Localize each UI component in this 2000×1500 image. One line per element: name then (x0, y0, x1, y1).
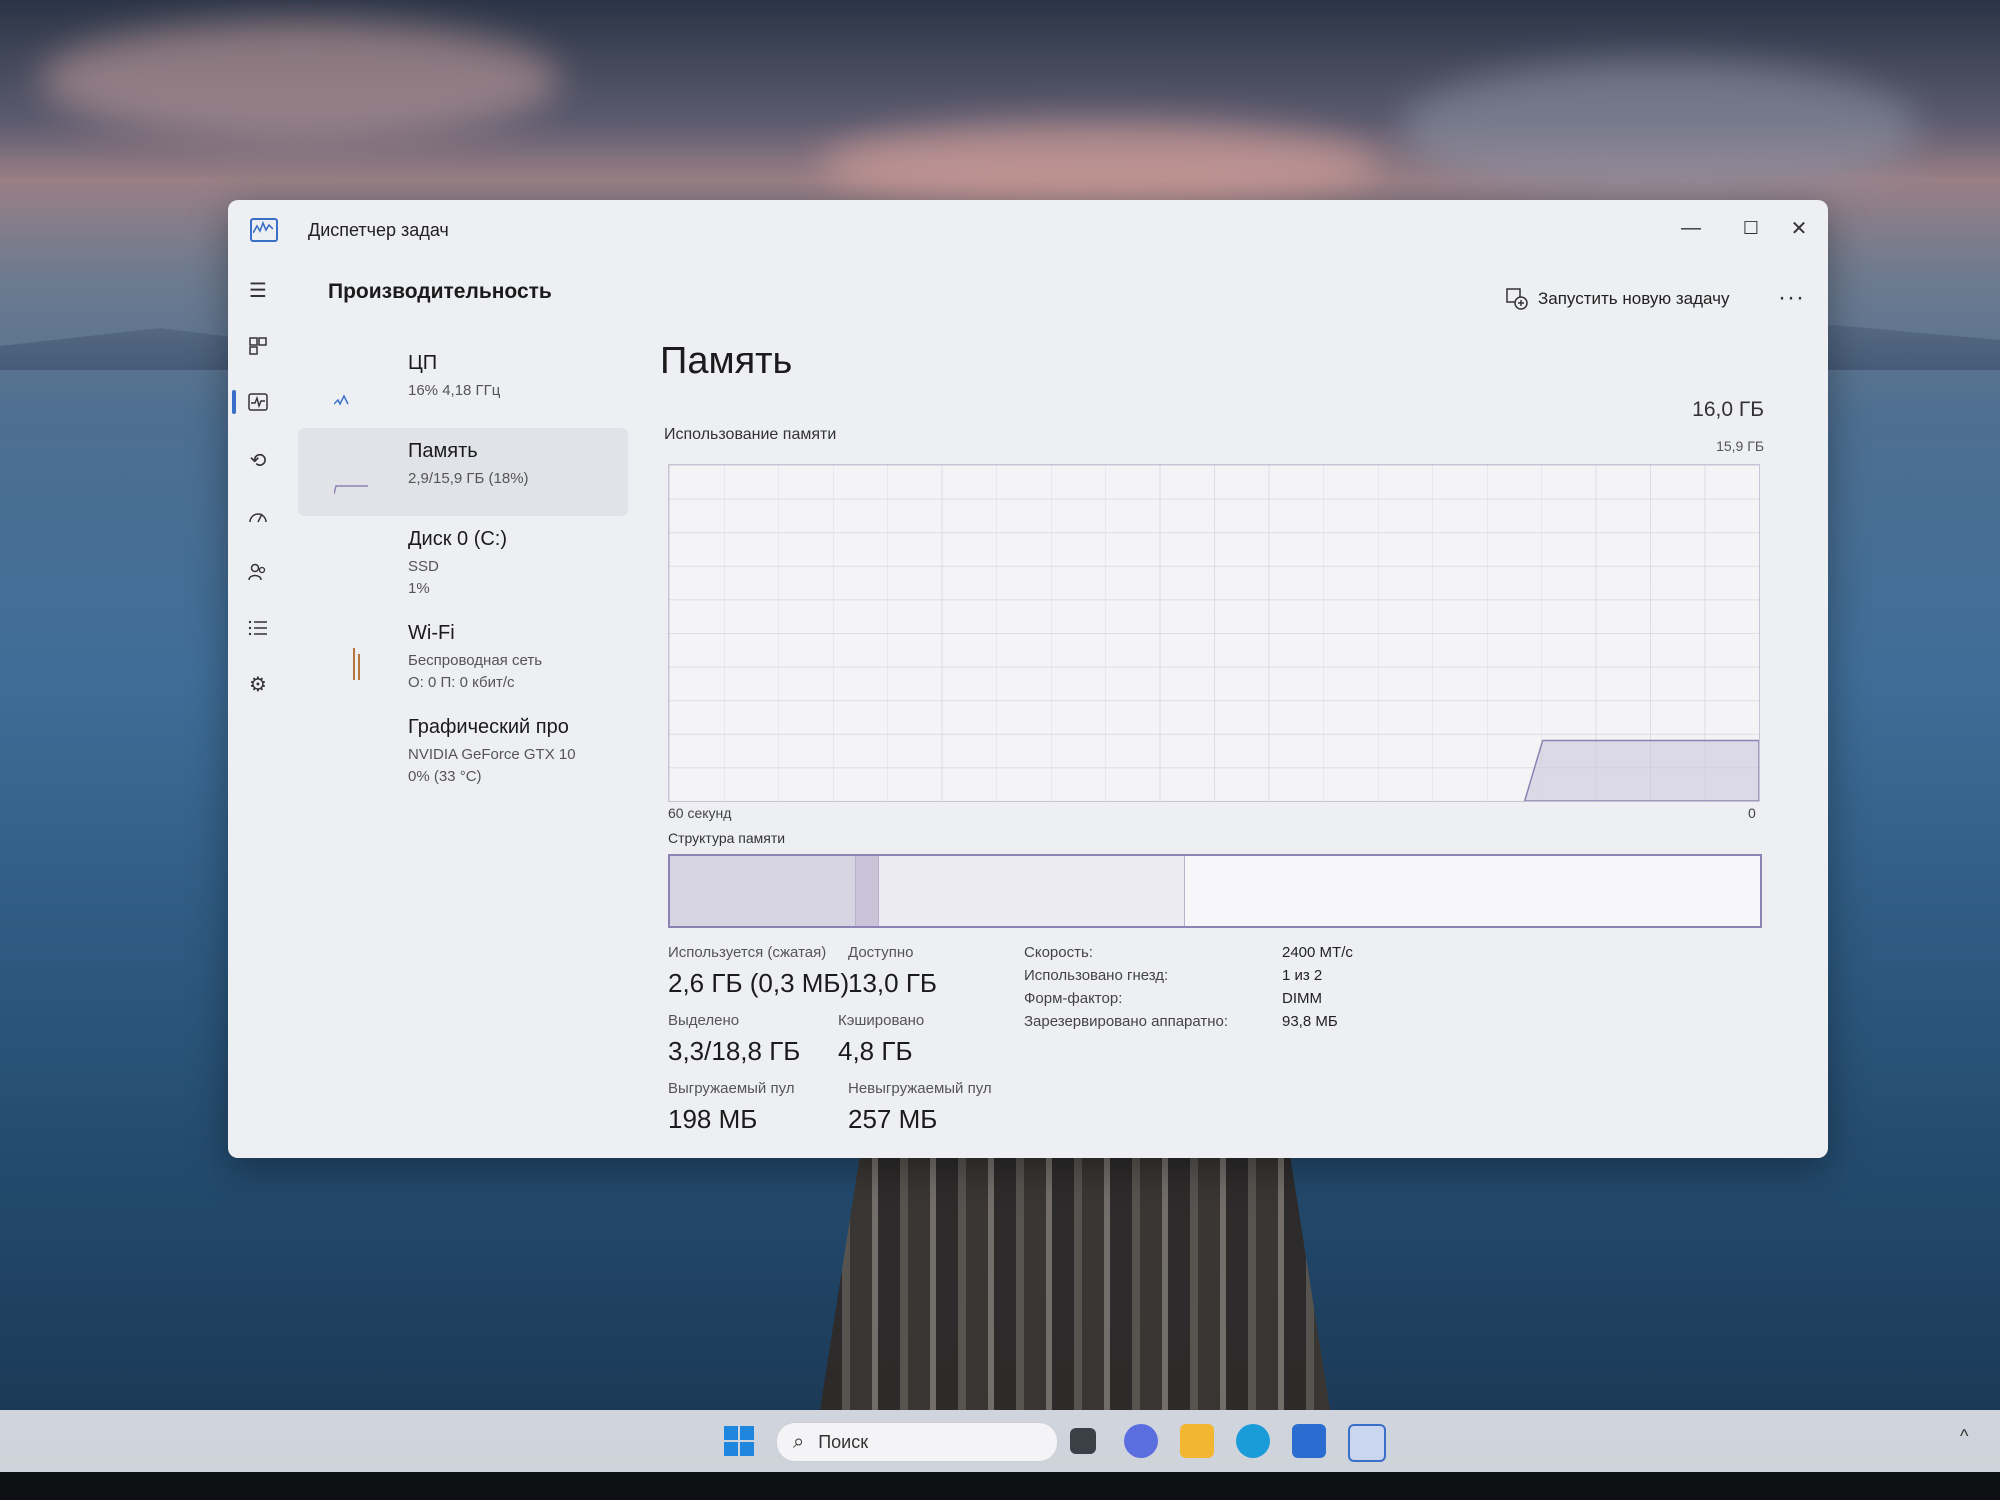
memory-standby-segment[interactable] (879, 856, 1186, 926)
available-value: 13,0 ГБ (848, 968, 937, 998)
hamburger-menu-icon[interactable]: ☰ (242, 274, 274, 306)
memory-usage-area (1523, 739, 1759, 801)
perf-item-name: ЦП (408, 352, 438, 374)
file-explorer-icon[interactable] (1180, 1424, 1214, 1458)
window-title: Диспетчер задач (308, 220, 449, 240)
app-history-icon[interactable]: ⟲ (242, 444, 274, 476)
monitor-bezel (0, 1472, 2000, 1500)
chat-icon[interactable] (1124, 1424, 1158, 1458)
memory-total: 16,0 ГБ (1692, 398, 1764, 421)
tray-chevron-icon[interactable]: ^ (1960, 1426, 1968, 1447)
new-task-icon (1506, 288, 1528, 310)
task-manager-window: Диспетчер задач — ☐ ✕ ☰ ⟲ ⚙ ⚙ Производит… (228, 200, 1828, 1158)
edge-browser-icon[interactable] (1236, 1424, 1270, 1458)
close-button[interactable]: ✕ (1776, 212, 1822, 244)
wifi-mini-graph (353, 648, 360, 680)
perf-item-name: Диск 0 (C:) (408, 528, 508, 550)
committed-value: 3,3/18,8 ГБ (668, 1036, 801, 1066)
memory-title: Память (660, 340, 793, 382)
cpu-mini-graph (334, 394, 349, 406)
more-options-button[interactable]: ··· (1778, 284, 1805, 312)
run-new-task-button[interactable]: Запустить новую задачу (1506, 288, 1729, 310)
pier-image (820, 1150, 1330, 1410)
perf-item-disk[interactable]: Диск 0 (C:) SSD 1% (298, 516, 628, 610)
store-icon[interactable] (1292, 1424, 1326, 1458)
startup-apps-icon[interactable] (242, 500, 274, 532)
perf-item-detail: 0% (33 °C) (408, 768, 482, 785)
memory-in-use-segment[interactable] (670, 856, 857, 926)
search-icon: ⌕ (793, 1430, 805, 1453)
perf-item-memory[interactable]: Память 2,9/15,9 ГБ (18%) (298, 428, 628, 516)
task-manager-app-icon (250, 218, 278, 242)
taskbar: ⌕ Поиск ^ (0, 1410, 2000, 1472)
minimize-button[interactable]: — (1668, 212, 1714, 244)
search-placeholder: Поиск (818, 1431, 869, 1452)
spec-slots-key: Использовано гнезд: (1024, 967, 1169, 984)
cached-label: Кэшировано (838, 1012, 925, 1029)
perf-item-type: Беспроводная сеть (408, 652, 543, 669)
spec-slots-value: 1 из 2 (1282, 967, 1323, 984)
perf-item-wifi[interactable]: Wi-Fi Беспроводная сеть О: 0 П: 0 кбит/с (298, 610, 628, 704)
nonpaged-pool-value: 257 МБ (848, 1104, 938, 1134)
memory-usage-max: 15,9 ГБ (1716, 438, 1764, 454)
perf-item-detail: 2,9/15,9 ГБ (18%) (408, 470, 529, 487)
perf-item-detail: О: 0 П: 0 кбит/с (408, 674, 515, 691)
perf-item-detail: 16% 4,18 ГГц (408, 382, 501, 399)
perf-item-name: Wi-Fi (408, 622, 455, 644)
memory-modified-segment[interactable] (856, 856, 880, 926)
details-icon[interactable] (242, 612, 274, 644)
memory-usage-graph (668, 464, 1760, 802)
perf-item-name: Память (408, 440, 478, 462)
page-title: Производительность (328, 280, 552, 303)
cached-value: 4,8 ГБ (838, 1036, 913, 1066)
users-icon[interactable] (242, 556, 274, 588)
performance-list: ЦП 16% 4,18 ГГц Память 2,9/15,9 ГБ (18%)… (298, 340, 628, 798)
perf-item-gpu[interactable]: Графический про NVIDIA GeForce GTX 10 0%… (298, 704, 628, 798)
active-nav-indicator (232, 390, 236, 414)
in-use-value: 2,6 ГБ (0,3 МБ) (668, 968, 850, 998)
memory-mini-graph (334, 485, 368, 494)
committed-label: Выделено (668, 1012, 740, 1029)
in-use-label: Используется (сжатая) (668, 944, 827, 961)
memory-structure-label: Структура памяти (668, 830, 786, 846)
perf-item-name: Графический про (408, 716, 569, 738)
maximize-button[interactable]: ☐ (1728, 212, 1774, 244)
spec-reserved-key: Зарезервировано аппаратно: (1024, 1013, 1229, 1030)
memory-usage-label: Использование памяти (664, 426, 837, 443)
nav-rail: ☰ ⟲ ⚙ ⚙ (228, 256, 288, 1158)
services-icon[interactable]: ⚙ (242, 668, 274, 700)
perf-item-type: SSD (408, 558, 439, 575)
settings-icon[interactable]: ⚙ (252, 1156, 270, 1158)
spec-form-factor-value: DIMM (1282, 990, 1322, 1007)
title-bar[interactable]: Диспетчер задач — ☐ ✕ (228, 200, 1828, 256)
task-manager-taskbar-icon[interactable] (1348, 1424, 1386, 1462)
performance-icon[interactable] (242, 386, 274, 418)
perf-item-cpu[interactable]: ЦП 16% 4,18 ГГц (298, 340, 628, 428)
memory-structure-bar (668, 854, 1762, 928)
graph-zero-label: 0 (1748, 805, 1756, 821)
spec-speed-key: Скорость: (1024, 944, 1093, 961)
perf-item-detail: 1% (408, 580, 430, 597)
spec-reserved-value: 93,8 МБ (1282, 1013, 1338, 1030)
taskbar-search-box[interactable]: ⌕ Поиск (776, 1422, 1058, 1462)
processes-icon[interactable] (242, 330, 274, 362)
spec-form-factor-key: Форм-фактор: (1024, 990, 1123, 1007)
available-label: Доступно (848, 944, 914, 961)
run-new-task-label: Запустить новую задачу (1538, 289, 1730, 308)
start-button-icon[interactable] (722, 1424, 756, 1458)
spec-speed-value: 2400 МТ/с (1282, 944, 1353, 961)
graph-time-span-label: 60 секунд (668, 805, 732, 821)
perf-item-model: NVIDIA GeForce GTX 10 (408, 746, 576, 763)
nonpaged-pool-label: Невыгружаемый пул (848, 1080, 992, 1097)
paged-pool-value: 198 МБ (668, 1104, 758, 1134)
paged-pool-label: Выгружаемый пул (668, 1080, 795, 1097)
memory-free-segment[interactable] (1185, 856, 1760, 926)
task-view-icon[interactable] (1070, 1428, 1096, 1454)
